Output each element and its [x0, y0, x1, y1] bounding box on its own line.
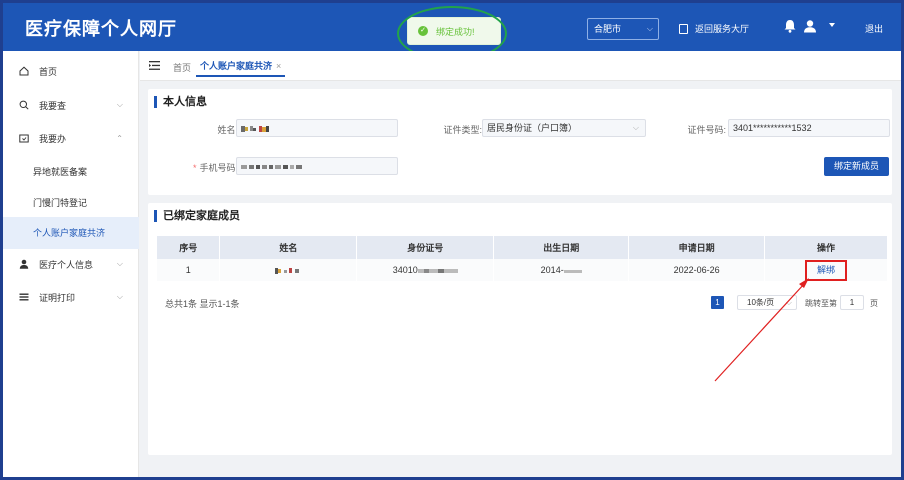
- id-no-label: 证件号码:: [687, 125, 726, 135]
- column-header: 操作: [764, 236, 888, 259]
- name-label: 姓名:: [217, 125, 238, 135]
- folder-icon: [19, 134, 29, 143]
- chevron-down-icon: ⌵: [632, 123, 639, 132]
- masked-member-name-image: [275, 267, 300, 274]
- list-icon: [19, 293, 29, 301]
- logout-link[interactable]: 退出: [865, 22, 883, 35]
- family-table: 序号 姓名 身份证号 出生日期 申请日期 操作 1 34010 2014- 20…: [157, 236, 888, 281]
- section-title: 已绑定家庭成员: [154, 210, 240, 222]
- sidebar-item-medical-info[interactable]: 医疗个人信息 ⌵: [3, 248, 139, 280]
- row-name: [219, 259, 358, 281]
- back-label: 返回服务大厅: [695, 24, 750, 34]
- chevron-down-icon: ⌵: [646, 24, 653, 33]
- page-size-select[interactable]: 10条/页 ⌵: [737, 295, 797, 310]
- chevron-down-icon: ⌵: [116, 259, 123, 268]
- id-type-value: 居民身份证（户口簿）: [487, 123, 578, 133]
- sidebar-subitem-family-pool[interactable]: 个人账户家庭共济: [3, 217, 139, 249]
- table-header-row: 序号 姓名 身份证号 出生日期 申请日期 操作: [157, 236, 888, 259]
- sidebar-item-query[interactable]: 我要查 ⌵: [3, 89, 139, 121]
- city-select[interactable]: 合肥市 ⌵: [587, 18, 659, 40]
- row-index: 1: [157, 259, 221, 281]
- user-icon[interactable]: [803, 19, 817, 33]
- masked-phone-image: [241, 164, 302, 169]
- phone-label: * 手机号码:: [188, 161, 238, 174]
- bell-icon[interactable]: [783, 19, 797, 33]
- app-window: 医疗保障个人网厅 ✓ 绑定成功! 合肥市 ⌵ 返回服务大厅 退出 首页 我要查 …: [0, 0, 904, 480]
- chevron-up-icon: ⌃: [116, 133, 123, 143]
- goto-label: 跳转至第: [805, 299, 837, 308]
- unbind-button[interactable]: 解绑: [805, 259, 848, 281]
- user-menu-caret-icon[interactable]: [829, 23, 835, 27]
- sidebar-item-home[interactable]: 首页: [3, 55, 139, 87]
- page-suffix-label: 页: [870, 299, 878, 308]
- pagination-page-1[interactable]: 1: [711, 296, 724, 309]
- phone-label-text: 手机号码:: [199, 163, 238, 173]
- bind-new-member-button[interactable]: 绑定新成员: [824, 157, 889, 176]
- column-header: 身份证号: [356, 236, 495, 259]
- sidebar-item-label: 首页: [39, 66, 58, 77]
- table-row: 1 34010 2014- 2022-06-26 解绑: [157, 259, 888, 281]
- row-birth-date: 2014-: [493, 259, 630, 281]
- collapse-menu-icon[interactable]: [149, 60, 160, 71]
- phone-field: [236, 157, 398, 175]
- page-size-value: 10条/页: [747, 298, 775, 307]
- masked-name-image: [241, 125, 269, 132]
- sidebar-item-label: 医疗个人信息: [39, 259, 94, 270]
- row-apply-date: 2022-06-26: [628, 259, 766, 281]
- tab-family-pool[interactable]: 个人账户家庭共济 ×: [196, 55, 286, 77]
- chevron-down-icon: ⌵: [785, 298, 792, 307]
- sidebar-subitem-chronic[interactable]: 门慢门特登记: [3, 187, 139, 219]
- chevron-down-icon: ⌵: [116, 100, 123, 109]
- family-members-panel: 已绑定家庭成员 序号 姓名 身份证号 出生日期 申请日期 操作 1 34010 …: [148, 203, 892, 455]
- masked-id-image: [417, 268, 458, 273]
- back-to-hall-link[interactable]: 返回服务大厅: [679, 22, 749, 35]
- sidebar-subitem-offsite[interactable]: 异地就医备案: [3, 156, 139, 188]
- close-icon[interactable]: ×: [276, 61, 281, 71]
- chevron-down-icon: ⌵: [116, 292, 123, 301]
- exit-door-icon: [679, 23, 688, 34]
- column-header: 姓名: [219, 236, 358, 259]
- sidebar-item-label: 证明打印: [39, 292, 76, 303]
- tabs-bar: 首页 个人账户家庭共济 ×: [140, 51, 901, 81]
- birth-visible-prefix: 2014-: [540, 265, 564, 275]
- column-header: 申请日期: [628, 236, 766, 259]
- sidebar: 首页 我要查 ⌵ 我要办 ⌃ 异地就医备案 门慢门特登记 个人账户家庭共济 医疗…: [3, 51, 139, 477]
- person-icon: [19, 259, 29, 269]
- name-field: [236, 119, 398, 137]
- search-icon: [19, 100, 29, 110]
- pagination-total: 总共1条 显示1-1条: [165, 299, 240, 309]
- personal-info-panel: 本人信息 姓名: 证件类型: 居民身份证（户口簿） ⌵ 证件号码: 3401**…: [148, 89, 892, 195]
- id-visible-prefix: 34010: [392, 265, 418, 275]
- sidebar-item-label: 我要查: [39, 100, 67, 111]
- tab-home[interactable]: 首页: [173, 61, 191, 74]
- app-title: 医疗保障个人网厅: [25, 19, 177, 39]
- id-type-label: 证件类型:: [443, 125, 482, 135]
- tab-label: 个人账户家庭共济: [200, 61, 273, 71]
- sidebar-item-print[interactable]: 证明打印 ⌵: [3, 281, 139, 313]
- column-header: 出生日期: [493, 236, 630, 259]
- section-title: 本人信息: [154, 96, 207, 108]
- row-actions: 解绑: [764, 259, 888, 281]
- goto-page-input[interactable]: 1: [840, 295, 864, 310]
- masked-birth-image: [563, 269, 582, 273]
- sidebar-item-label: 我要办: [39, 133, 67, 144]
- row-id-number: 34010: [356, 259, 495, 281]
- required-mark: *: [192, 163, 197, 173]
- column-header: 序号: [157, 236, 221, 259]
- id-type-select: 居民身份证（户口簿） ⌵: [482, 119, 646, 137]
- city-value: 合肥市: [594, 24, 622, 34]
- sidebar-item-handle[interactable]: 我要办 ⌃: [3, 122, 139, 154]
- top-bar: 医疗保障个人网厅 ✓ 绑定成功! 合肥市 ⌵ 返回服务大厅 退出: [3, 3, 901, 61]
- id-no-field: 3401***********1532: [728, 119, 890, 137]
- home-icon: [19, 66, 29, 76]
